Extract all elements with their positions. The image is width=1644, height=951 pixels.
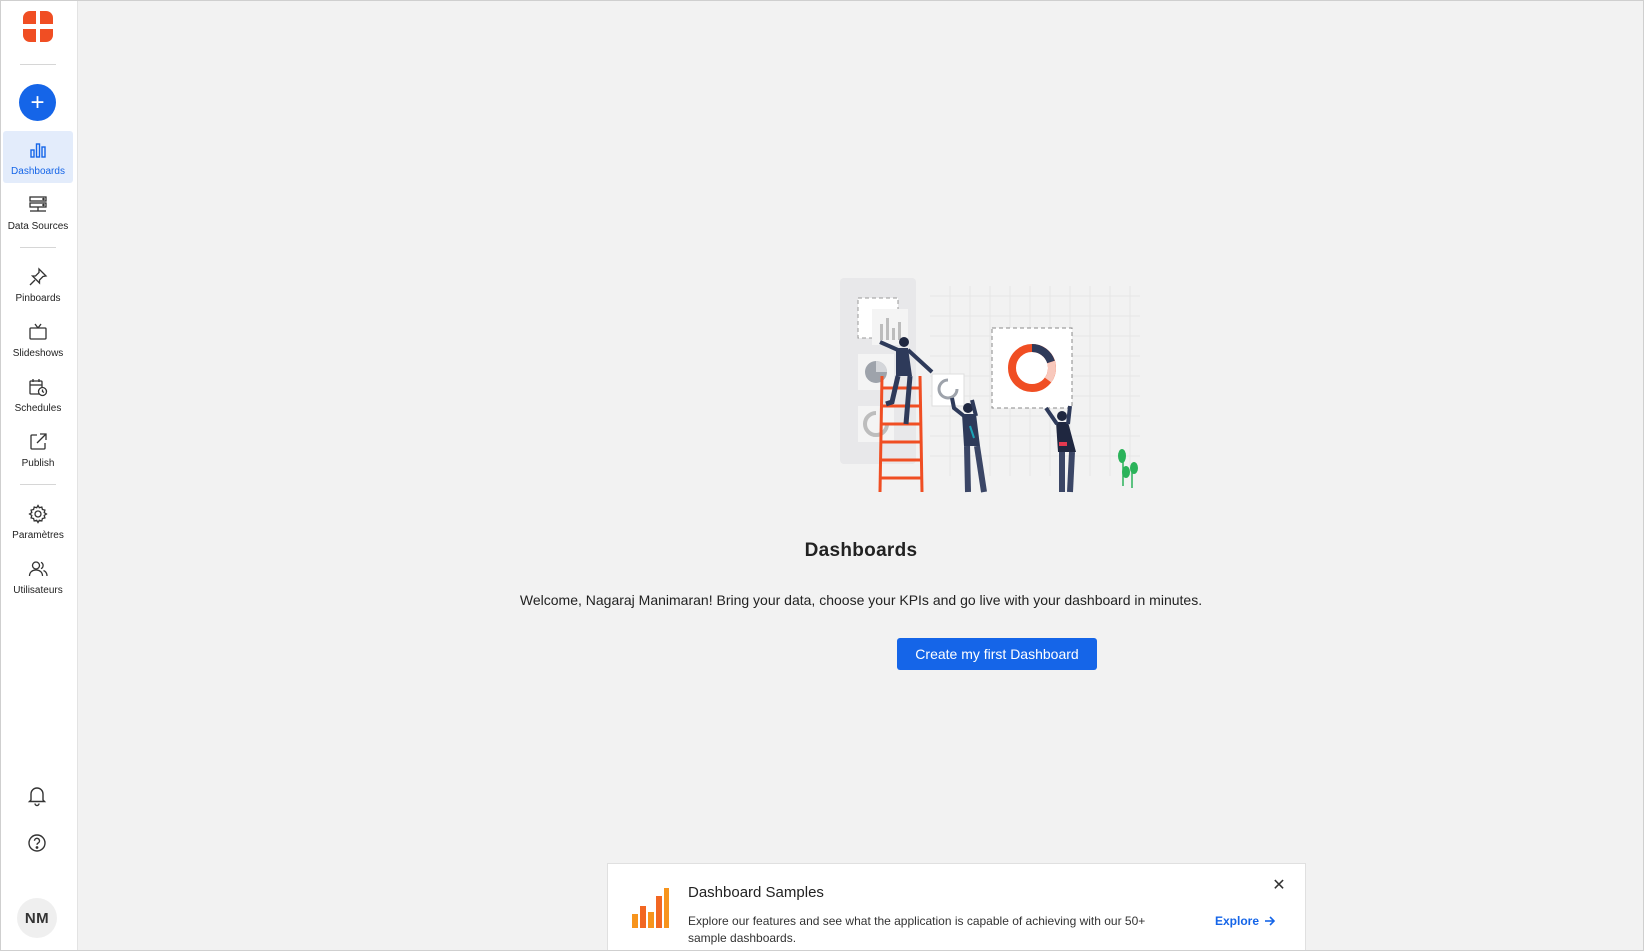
bell-icon[interactable] (25, 783, 49, 807)
samples-title: Dashboard Samples (688, 884, 824, 901)
plus-icon: + (30, 88, 45, 116)
page-title: Dashboards (804, 540, 918, 561)
sidebar-item-dashboards[interactable]: Dashboards (3, 131, 73, 183)
sidebar-item-label: Slideshows (12, 348, 64, 359)
gear-icon (28, 504, 48, 524)
sidebar-divider (20, 247, 56, 248)
app-frame (0, 0, 1644, 951)
bar-chart-icon (632, 888, 669, 928)
samples-description: Explore our features and see what the ap… (688, 914, 1146, 945)
welcome-message: Welcome, Nagaraj Manimaran! Bring your d… (519, 592, 1203, 608)
sidebar-item-pinboards[interactable]: Pinboards (3, 258, 73, 310)
brand-logo[interactable] (21, 10, 55, 44)
sidebar-divider (20, 64, 56, 65)
close-icon[interactable]: ✕ (1271, 878, 1287, 894)
sidebar-item-label: Pinboards (15, 293, 61, 304)
create-dashboard-button[interactable]: Create my first Dashboard (897, 638, 1097, 670)
avatar[interactable]: NM (17, 898, 57, 938)
dashboards-illustration (840, 278, 1140, 493)
sidebar-divider (20, 484, 56, 485)
database-icon (29, 196, 47, 212)
bar-chart-icon (30, 143, 46, 158)
sidebar-item-publish[interactable]: Publish (3, 423, 73, 475)
share-icon (30, 433, 47, 450)
help-icon[interactable] (25, 831, 49, 855)
sidebar-item-data-sources[interactable]: Data Sources (3, 186, 73, 238)
sidebar-item-schedules[interactable]: Schedules (3, 368, 73, 420)
sidebar: + Dashboards Data Sources Pinboards Slid… (1, 1, 78, 950)
sidebar-item-label: Dashboards (11, 166, 65, 177)
explore-link[interactable]: Explore (1215, 914, 1276, 928)
sidebar-item-label: Publish (21, 458, 55, 469)
arrow-right-icon (1265, 916, 1276, 926)
calendar-clock-icon (29, 379, 48, 397)
pin-icon (29, 267, 48, 286)
sidebar-item-label: Schedules (14, 403, 62, 414)
sidebar-item-slideshows[interactable]: Slideshows (3, 313, 73, 365)
dashboard-samples-card: Dashboard Samples Explore our features a… (607, 863, 1306, 950)
sidebar-item-label: Data Sources (7, 221, 69, 232)
explore-label: Explore (1215, 914, 1260, 928)
add-button[interactable]: + (19, 84, 56, 121)
tv-icon (29, 323, 47, 340)
